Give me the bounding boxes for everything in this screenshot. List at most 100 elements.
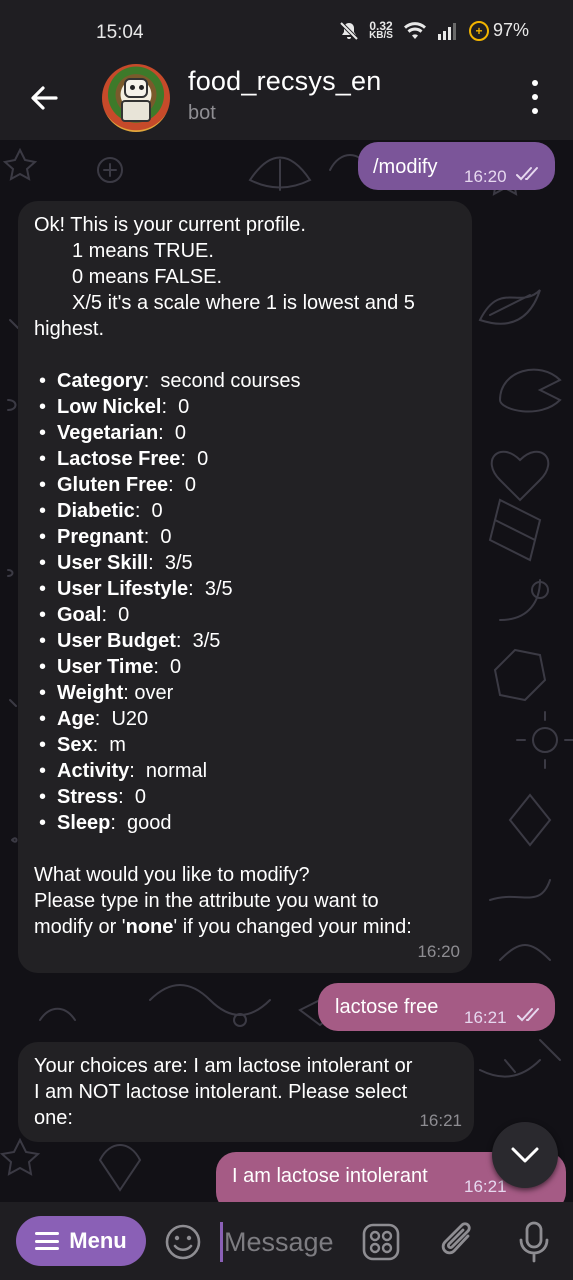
attribute-separator: :	[134, 500, 152, 522]
bot-menu-button[interactable]: Menu	[16, 1216, 146, 1266]
attribute-separator: :	[92, 734, 110, 756]
attribute-separator: :	[188, 578, 205, 600]
message-line: 0 means FALSE.	[72, 266, 223, 288]
battery-charging-icon: +	[468, 20, 489, 41]
emoji-icon[interactable]	[164, 1223, 202, 1261]
attribute-key: Low Nickel	[57, 396, 162, 418]
net-speed: 0.32 KB/S	[369, 18, 393, 41]
message-time: 16:20	[464, 167, 507, 186]
profile-attribute-row: • Weight: over	[34, 680, 456, 706]
attribute-value: 0	[197, 448, 209, 470]
outgoing-message[interactable]: lactose free 16:21	[318, 983, 555, 1031]
attribute-key: Activity	[57, 760, 130, 782]
attribute-value: 3/5	[164, 552, 193, 574]
attribute-value: good	[127, 812, 172, 834]
attribute-value: 0	[151, 500, 163, 522]
bot-apps-icon[interactable]	[362, 1223, 400, 1261]
net-speed-value: 0.32	[369, 18, 393, 33]
bullet: •	[39, 604, 47, 626]
bullet: •	[39, 396, 47, 418]
message-line: highest.	[34, 318, 105, 340]
scroll-down-button[interactable]	[492, 1122, 558, 1188]
attribute-value: 3/5	[204, 578, 233, 600]
status-bar: 15:04 0.32 KB/S + 97%	[0, 0, 573, 64]
profile-attribute-row: • Stress: 0	[34, 784, 456, 810]
attribute-key: Lactose Free	[57, 448, 181, 470]
incoming-message[interactable]: Your choices are: I am lactose intoleran…	[18, 1042, 474, 1142]
attribute-value: m	[109, 734, 126, 756]
profile-attribute-row: • Category: second courses	[34, 368, 456, 394]
message-line: 1 means TRUE.	[72, 240, 214, 262]
bullet: •	[39, 474, 47, 496]
attribute-value: normal	[145, 760, 208, 782]
message-line: I am NOT lactose intolerant. Please sele…	[34, 1081, 408, 1103]
attribute-separator: :	[129, 760, 146, 782]
bullet: •	[39, 578, 47, 600]
attribute-separator: :	[175, 630, 193, 652]
message-line: Please type in the attribute you want to	[34, 890, 379, 912]
message-time: 16:21	[464, 1177, 507, 1196]
message-line: What would you like to modify?	[34, 864, 310, 886]
attribute-separator: :	[161, 396, 179, 418]
instruction-bold: none	[125, 916, 174, 938]
profile-attribute-row: • Low Nickel: 0	[34, 394, 456, 420]
microphone-icon[interactable]	[516, 1220, 552, 1264]
battery-level: 97%	[492, 20, 529, 40]
chat-subtitle: bot	[188, 102, 216, 124]
attribute-value: U20	[111, 708, 149, 730]
attribute-key: Sex	[57, 734, 93, 756]
profile-attribute-row: • Goal: 0	[34, 602, 456, 628]
attribute-key: Category	[57, 370, 144, 392]
message-text: lactose free	[335, 996, 439, 1018]
attribute-value: 0	[160, 526, 172, 548]
incoming-message[interactable]: Ok! This is your current profile. 1 mean…	[18, 201, 472, 973]
message-line: modify or 'none' if you changed your min…	[34, 914, 456, 940]
bullet: •	[39, 370, 47, 392]
instruction-text: modify or '	[34, 916, 126, 938]
attribute-separator: :	[123, 682, 135, 704]
attribute-value: 0	[170, 656, 182, 678]
chevron-down-icon	[511, 1147, 539, 1163]
bullet: •	[39, 448, 47, 470]
message-line: X/5 it's a scale where 1 is lowest and 5	[72, 292, 415, 314]
attribute-value: second courses	[160, 370, 301, 392]
bullet: •	[39, 760, 47, 782]
status-icons: 0.32 KB/S + 97%	[339, 20, 529, 41]
profile-attribute-list: • Category: second courses • Low Nickel: 0 •…	[34, 368, 456, 836]
signal-icon	[437, 22, 456, 40]
hamburger-icon	[35, 1232, 60, 1250]
profile-attribute-row: • User Time: 0	[34, 654, 456, 680]
more-options-icon[interactable]	[523, 80, 547, 114]
bullet: •	[39, 656, 47, 678]
text-cursor	[220, 1222, 223, 1262]
mute-icon	[339, 21, 359, 40]
bot-avatar[interactable]	[102, 64, 170, 132]
back-arrow-icon[interactable]	[24, 78, 64, 118]
message-text: /modify	[373, 156, 438, 178]
net-speed-unit: KB/S	[369, 29, 393, 41]
double-check-icon	[517, 1008, 539, 1022]
chat-area[interactable]: /modify 16:20 Ok! This is your current p…	[0, 140, 573, 1202]
message-text: I am lactose intolerant	[232, 1165, 428, 1187]
attribute-key: Diabetic	[57, 500, 135, 522]
message-input-bar: Menu	[0, 1202, 573, 1280]
attribute-key: Sleep	[57, 812, 111, 834]
attribute-separator: :	[143, 370, 161, 392]
bullet: •	[39, 708, 47, 730]
message-input[interactable]	[224, 1222, 352, 1262]
outgoing-message[interactable]: /modify 16:20	[358, 142, 555, 190]
attribute-separator: :	[153, 656, 171, 678]
attribute-key: User Lifestyle	[57, 578, 189, 600]
paperclip-icon[interactable]	[438, 1220, 478, 1262]
attribute-separator: :	[180, 448, 198, 470]
bullet: •	[39, 630, 47, 652]
attribute-key: User Time	[57, 656, 154, 678]
attribute-value: 0	[134, 786, 146, 808]
profile-attribute-row: • Sex: m	[34, 732, 456, 758]
bullet: •	[39, 812, 47, 834]
chat-title[interactable]: food_recsys_en	[188, 66, 381, 97]
attribute-key: User Skill	[57, 552, 149, 574]
message-time: 16:21	[419, 1111, 462, 1130]
